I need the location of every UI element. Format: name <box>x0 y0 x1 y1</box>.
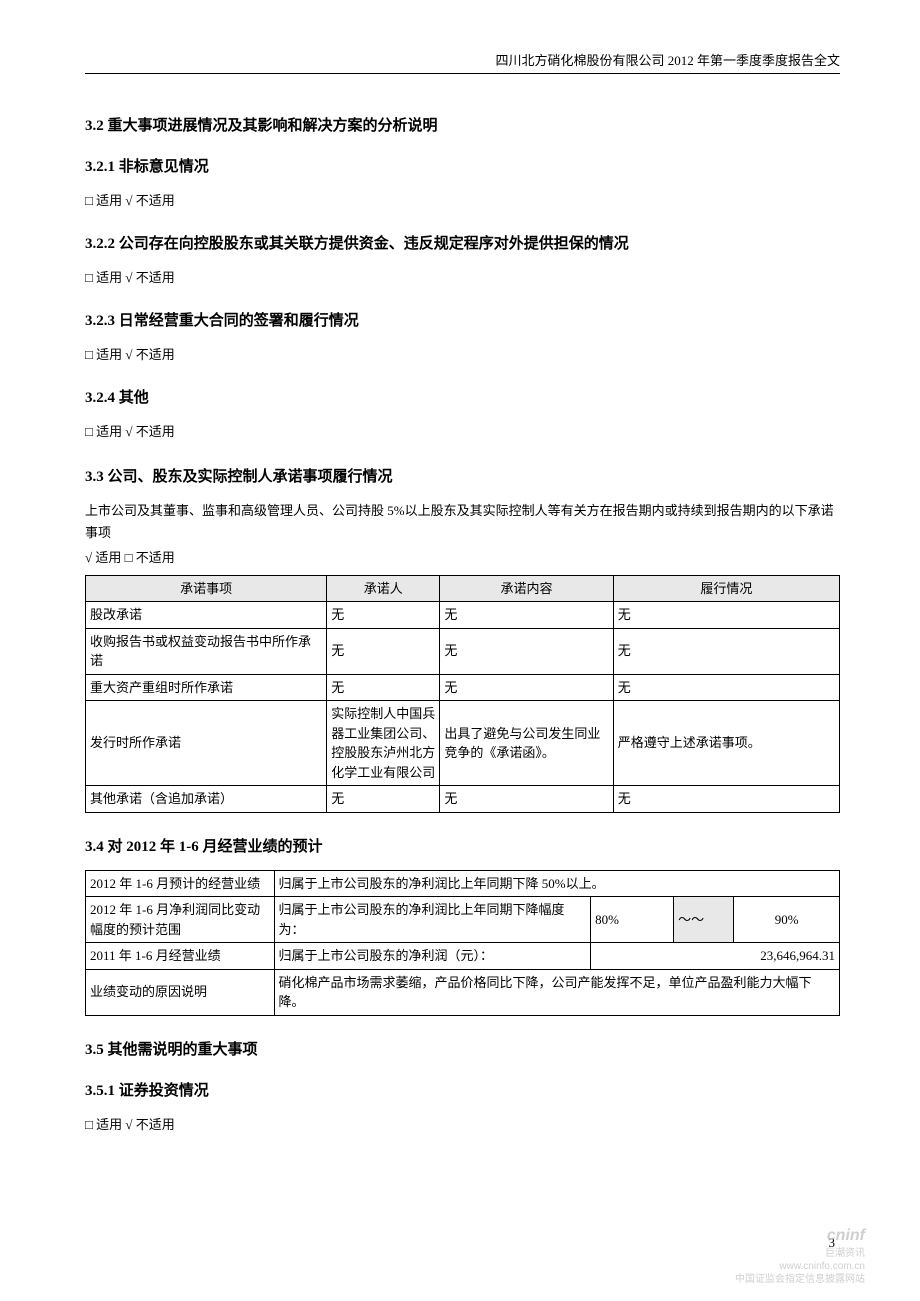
th-status: 履行情况 <box>613 575 839 602</box>
cell: 23,646,964.31 <box>591 943 840 970</box>
apply-text: □ 适用 √ 不适用 <box>85 190 840 212</box>
cell: 无 <box>327 602 440 629</box>
cell: 无 <box>440 628 613 674</box>
cell: 无 <box>613 628 839 674</box>
forecast-table: 2012 年 1-6 月预计的经营业绩 归属于上市公司股东的净利润比上年同期下降… <box>85 870 840 1016</box>
table-row: 股改承诺 无 无 无 <box>86 602 840 629</box>
cell: 90% <box>734 897 840 943</box>
cell: 无 <box>327 786 440 813</box>
cell: 无 <box>440 674 613 701</box>
cell: 无 <box>440 786 613 813</box>
cell: 无 <box>327 674 440 701</box>
heading-3-2: 3.2 重大事项进展情况及其影响和解决方案的分析说明 <box>85 114 840 135</box>
commitment-table: 承诺事项 承诺人 承诺内容 履行情况 股改承诺 无 无 无 收购报告书或权益变动… <box>85 575 840 813</box>
cell: 收购报告书或权益变动报告书中所作承诺 <box>86 628 327 674</box>
apply-text: √ 适用 □ 不适用 <box>85 547 840 569</box>
heading-3-2-2: 3.2.2 公司存在向控股股东或其关联方提供资金、违反规定程序对外提供担保的情况 <box>85 232 840 253</box>
heading-3-2-3: 3.2.3 日常经营重大合同的签署和履行情况 <box>85 309 840 330</box>
watermark-url: www.cninfo.com.cn <box>735 1260 865 1273</box>
cell: 严格遵守上述承诺事项。 <box>613 701 839 786</box>
th-item: 承诺事项 <box>86 575 327 602</box>
watermark-desc: 中国证监会指定信息披露网站 <box>735 1273 865 1286</box>
cell: 无 <box>613 674 839 701</box>
cell: 2011 年 1-6 月经营业绩 <box>86 943 275 970</box>
cell: 无 <box>613 602 839 629</box>
heading-3-2-4: 3.2.4 其他 <box>85 386 840 407</box>
table-row: 收购报告书或权益变动报告书中所作承诺 无 无 无 <box>86 628 840 674</box>
apply-text: □ 适用 √ 不适用 <box>85 267 840 289</box>
table-row: 其他承诺（含追加承诺） 无 无 无 <box>86 786 840 813</box>
watermark-text: 巨潮资讯 <box>735 1247 865 1260</box>
table-row: 2012 年 1-6 月净利润同比变动幅度的预计范围 归属于上市公司股东的净利润… <box>86 897 840 943</box>
cell: 硝化棉产品市场需求萎缩，产品价格同比下降，公司产能发挥不足，单位产品盈利能力大幅… <box>274 969 840 1015</box>
apply-text: □ 适用 √ 不适用 <box>85 421 840 443</box>
heading-3-2-1: 3.2.1 非标意见情况 <box>85 155 840 176</box>
cell: 股改承诺 <box>86 602 327 629</box>
watermark-brand: cninf <box>735 1226 865 1247</box>
watermark-logo: cninf 巨潮资讯 www.cninfo.com.cn 中国证监会指定信息披露… <box>735 1226 865 1286</box>
th-content: 承诺内容 <box>440 575 613 602</box>
apply-text: □ 适用 √ 不适用 <box>85 344 840 366</box>
cell: 80% <box>591 897 674 943</box>
cell: 2012 年 1-6 月净利润同比变动幅度的预计范围 <box>86 897 275 943</box>
cell: 无 <box>440 602 613 629</box>
table-row: 2012 年 1-6 月预计的经营业绩 归属于上市公司股东的净利润比上年同期下降… <box>86 870 840 897</box>
cell: 2012 年 1-6 月预计的经营业绩 <box>86 870 275 897</box>
cell: 无 <box>613 786 839 813</box>
section-intro: 上市公司及其董事、监事和高级管理人员、公司持股 5%以上股东及其实际控制人等有关… <box>85 500 840 544</box>
heading-3-5-1: 3.5.1 证券投资情况 <box>85 1079 840 1100</box>
cell: 归属于上市公司股东的净利润比上年同期下降幅度为： <box>274 897 591 943</box>
heading-3-4: 3.4 对 2012 年 1-6 月经营业绩的预计 <box>85 835 840 856</box>
table-row: 重大资产重组时所作承诺 无 无 无 <box>86 674 840 701</box>
cell: 归属于上市公司股东的净利润（元）： <box>274 943 591 970</box>
heading-3-5: 3.5 其他需说明的重大事项 <box>85 1038 840 1059</box>
heading-3-3: 3.3 公司、股东及实际控制人承诺事项履行情况 <box>85 465 840 486</box>
cell: 发行时所作承诺 <box>86 701 327 786</box>
cell: 无 <box>327 628 440 674</box>
table-row: 业绩变动的原因说明 硝化棉产品市场需求萎缩，产品价格同比下降，公司产能发挥不足，… <box>86 969 840 1015</box>
cell: ～～ <box>674 897 734 943</box>
cell: 重大资产重组时所作承诺 <box>86 674 327 701</box>
apply-text: □ 适用 √ 不适用 <box>85 1114 840 1136</box>
th-person: 承诺人 <box>327 575 440 602</box>
table-row: 2011 年 1-6 月经营业绩 归属于上市公司股东的净利润（元）： 23,64… <box>86 943 840 970</box>
cell: 归属于上市公司股东的净利润比上年同期下降 50%以上。 <box>274 870 840 897</box>
cell: 其他承诺（含追加承诺） <box>86 786 327 813</box>
cell: 业绩变动的原因说明 <box>86 969 275 1015</box>
cell: 实际控制人中国兵器工业集团公司、控股股东泸州北方化学工业有限公司 <box>327 701 440 786</box>
doc-header: 四川北方硝化棉股份有限公司 2012 年第一季度季度报告全文 <box>85 50 840 74</box>
cell: 出具了避免与公司发生同业竞争的《承诺函》。 <box>440 701 613 786</box>
table-row: 发行时所作承诺 实际控制人中国兵器工业集团公司、控股股东泸州北方化学工业有限公司… <box>86 701 840 786</box>
